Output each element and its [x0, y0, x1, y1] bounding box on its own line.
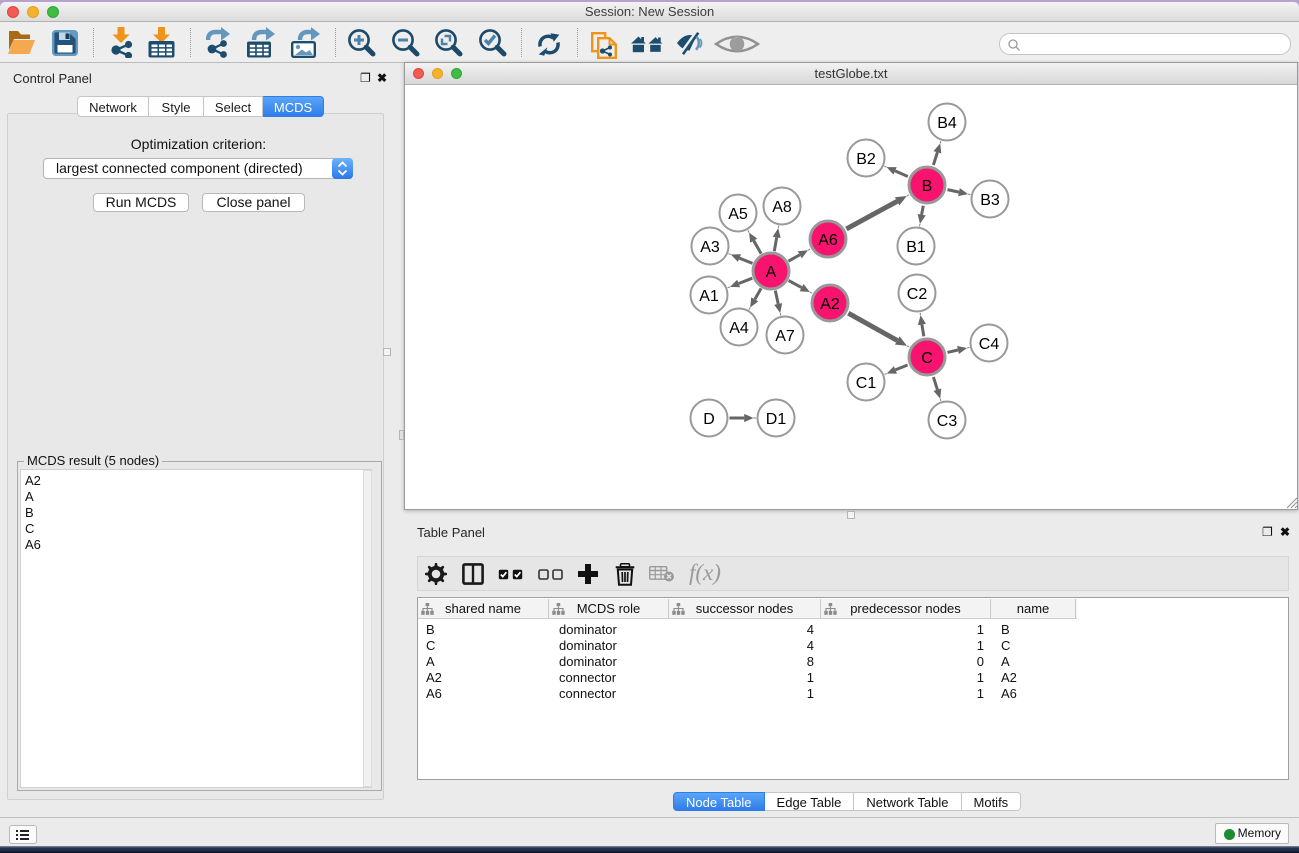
- svg-text:B4: B4: [937, 115, 957, 132]
- svg-text:A: A: [766, 264, 777, 281]
- svg-text:B2: B2: [856, 151, 876, 168]
- svg-text:A5: A5: [728, 206, 748, 223]
- svg-text:A8: A8: [772, 199, 792, 216]
- svg-text:C2: C2: [907, 286, 928, 303]
- svg-text:D: D: [703, 411, 715, 428]
- svg-text:B: B: [922, 178, 933, 195]
- svg-text:D1: D1: [766, 411, 787, 428]
- svg-text:A7: A7: [775, 328, 795, 345]
- svg-text:B1: B1: [906, 239, 926, 256]
- svg-text:C1: C1: [856, 375, 877, 392]
- svg-text:C3: C3: [937, 413, 958, 430]
- svg-text:B3: B3: [980, 192, 1000, 209]
- svg-text:C4: C4: [979, 336, 1000, 353]
- svg-text:C: C: [921, 350, 933, 367]
- svg-text:A3: A3: [700, 239, 720, 256]
- svg-text:A6: A6: [818, 232, 838, 249]
- svg-text:A2: A2: [820, 296, 840, 313]
- svg-text:A1: A1: [699, 288, 719, 305]
- svg-text:A4: A4: [729, 320, 749, 337]
